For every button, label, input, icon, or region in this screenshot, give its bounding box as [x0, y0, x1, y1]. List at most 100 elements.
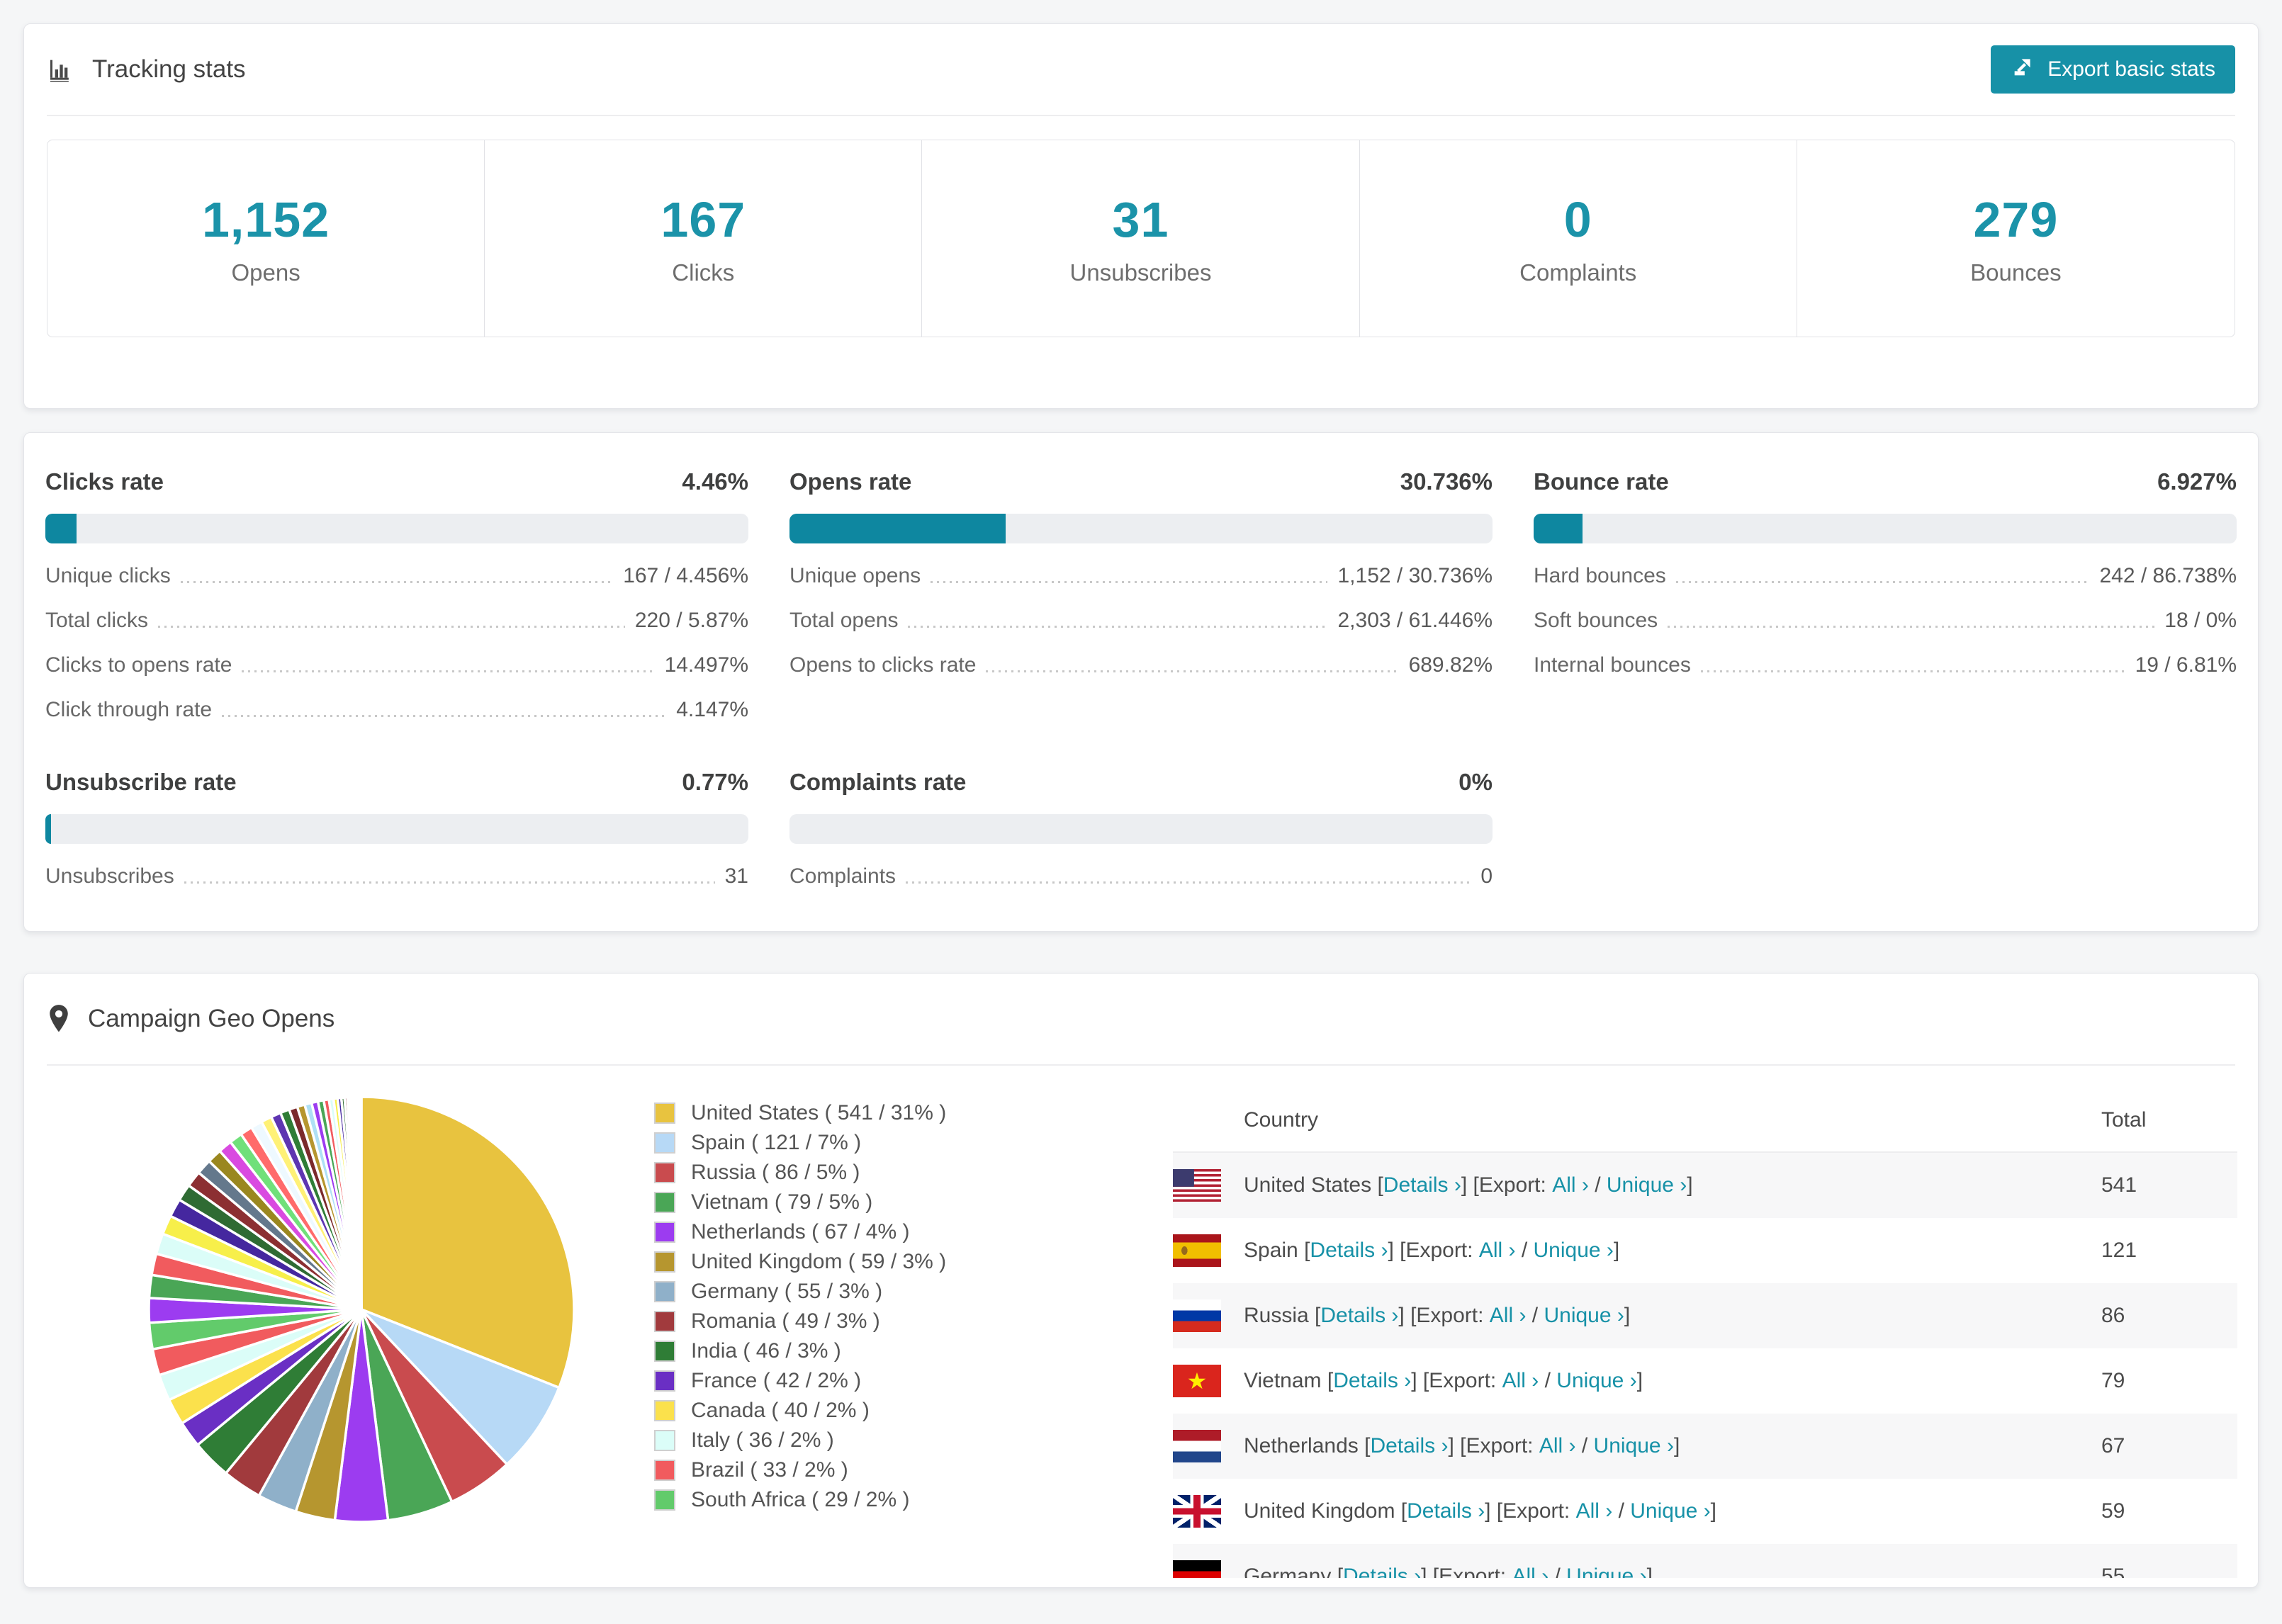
legend-swatch-icon	[654, 1281, 675, 1302]
legend-label: South Africa ( 29 / 2% )	[691, 1488, 910, 1511]
legend-swatch-icon	[654, 1251, 675, 1273]
rate-title: Clicks rate	[45, 468, 164, 495]
geo-pie-legend: United States ( 541 / 31% ) Spain ( 121 /…	[654, 1098, 946, 1515]
total-cell: 86	[2101, 1304, 2125, 1327]
legend-swatch-icon	[654, 1311, 675, 1332]
table-row-vietnam: Vietnam [Details ›] [Export: All › / Uni…	[1173, 1348, 2237, 1414]
export-all-link[interactable]: All ›	[1479, 1239, 1516, 1263]
rate-detail-value: 689.82%	[1408, 653, 1493, 677]
summary-stat-clicks: 167 Clicks	[485, 140, 923, 337]
details-link[interactable]: Details ›	[1407, 1499, 1485, 1523]
total-cell: 67	[2101, 1434, 2125, 1457]
legend-item-canada: Canada ( 40 / 2% )	[654, 1396, 946, 1426]
details-link[interactable]: Details ›	[1343, 1564, 1421, 1578]
rate-value: 4.46%	[682, 468, 748, 495]
rate-section-opens-rate: Opens rate 30.736% Unique opens 1,152 / 30.…	[789, 468, 1493, 722]
export-all-link[interactable]: All ›	[1502, 1369, 1539, 1393]
geo-pie-wrap	[145, 1093, 578, 1530]
dotted-leader	[906, 881, 1471, 884]
progress-bar	[789, 814, 1493, 844]
details-link[interactable]: Details ›	[1370, 1434, 1448, 1458]
legend-swatch-icon	[654, 1341, 675, 1362]
export-unique-link[interactable]: Unique ›	[1594, 1434, 1674, 1458]
export-all-link[interactable]: All ›	[1552, 1173, 1589, 1197]
geo-card-header: Campaign Geo Opens	[47, 974, 2235, 1066]
summary-stat-complaints: 0 Complaints	[1360, 140, 1797, 337]
rate-detail-label: Complaints	[789, 864, 896, 888]
rate-detail-value: 242 / 86.738%	[2099, 564, 2237, 587]
bar-chart-icon	[47, 55, 75, 84]
tracking-stats-card: Tracking stats Export basic stats 1,152 O…	[23, 23, 2259, 409]
details-link[interactable]: Details ›	[1383, 1173, 1461, 1197]
legend-swatch-icon	[654, 1192, 675, 1213]
bracket-text: /	[1515, 1239, 1534, 1262]
summary-stat-opens: 1,152 Opens	[47, 140, 485, 337]
export-unique-link[interactable]: Unique ›	[1630, 1499, 1710, 1523]
rate-detail-row: Total clicks 220 / 5.87%	[45, 609, 748, 633]
rate-detail-label: Total opens	[789, 609, 899, 632]
details-link[interactable]: Details ›	[1310, 1239, 1388, 1263]
legend-item-romania: Romania ( 49 / 3% )	[654, 1307, 946, 1336]
dotted-leader	[242, 670, 655, 672]
rate-title: Complaints rate	[789, 769, 967, 795]
bracket-text: ]	[1613, 1239, 1620, 1262]
country-name: United States	[1244, 1173, 1372, 1197]
country-cell: United States [Details ›] [Export: All ›…	[1173, 1169, 2101, 1202]
rate-detail-row: Unique clicks 167 / 4.456%	[45, 564, 748, 588]
us-flag-icon	[1173, 1169, 1221, 1202]
bracket-text: ]	[1710, 1499, 1716, 1523]
rate-detail-row: Internal bounces 19 / 6.81%	[1534, 653, 2237, 677]
total-cell: 55	[2101, 1564, 2125, 1578]
export-unique-link[interactable]: Unique ›	[1566, 1564, 1646, 1578]
bracket-text: /	[1575, 1434, 1594, 1457]
legend-swatch-icon	[654, 1222, 675, 1243]
country-column-header: Country	[1244, 1108, 1319, 1132]
export-all-link[interactable]: All ›	[1539, 1434, 1576, 1458]
details-link[interactable]: Details ›	[1333, 1369, 1411, 1393]
legend-label: Vietnam ( 79 / 5% )	[691, 1190, 873, 1214]
rate-detail-value: 0	[1480, 864, 1493, 888]
legend-label: United States ( 541 / 31% )	[691, 1101, 947, 1124]
export-icon	[2011, 55, 2035, 84]
bracket-text: [	[1298, 1239, 1310, 1262]
rate-value: 0.77%	[682, 769, 748, 795]
geo-table-body: United States [Details ›] [Export: All ›…	[1173, 1153, 2237, 1578]
progress-bar-fill	[1534, 514, 1583, 543]
legend-item-france: France ( 42 / 2% )	[654, 1366, 946, 1396]
legend-item-germany: Germany ( 55 / 3% )	[654, 1277, 946, 1307]
legend-item-russia: Russia ( 86 / 5% )	[654, 1158, 946, 1188]
rate-detail-label: Unsubscribes	[45, 864, 174, 888]
summary-value: 279	[1973, 191, 2059, 247]
es-flag-icon	[1173, 1234, 1221, 1267]
rate-title: Unsubscribe rate	[45, 769, 237, 795]
export-unique-link[interactable]: Unique ›	[1607, 1173, 1687, 1197]
export-all-link[interactable]: All ›	[1512, 1564, 1548, 1578]
export-unique-link[interactable]: Unique ›	[1544, 1304, 1624, 1328]
rate-detail-label: Total clicks	[45, 609, 149, 632]
export-basic-stats-button[interactable]: Export basic stats	[1991, 45, 2235, 94]
legend-swatch-icon	[654, 1430, 675, 1451]
dotted-leader	[986, 670, 1399, 672]
export-all-link[interactable]: All ›	[1490, 1304, 1527, 1328]
legend-item-italy: Italy ( 36 / 2% )	[654, 1426, 946, 1455]
rate-detail-row: Opens to clicks rate 689.82%	[789, 653, 1493, 677]
country-cell: Netherlands [Details ›] [Export: All › /…	[1173, 1430, 2101, 1462]
summary-label: Clicks	[672, 259, 735, 286]
bracket-text: ]	[1673, 1434, 1680, 1457]
details-link[interactable]: Details ›	[1320, 1304, 1398, 1328]
bracket-text: ]	[1624, 1304, 1631, 1327]
export-unique-link[interactable]: Unique ›	[1556, 1369, 1636, 1393]
legend-item-united-kingdom: United Kingdom ( 59 / 3% )	[654, 1247, 946, 1277]
legend-swatch-icon	[654, 1489, 675, 1511]
country-name: Vietnam	[1244, 1369, 1322, 1392]
dotted-leader	[1700, 670, 2125, 672]
legend-item-netherlands: Netherlands ( 67 / 4% )	[654, 1217, 946, 1247]
geo-table: Country Total United States [Details ›] …	[1173, 1089, 2237, 1578]
export-all-link[interactable]: All ›	[1576, 1499, 1613, 1523]
vn-flag-icon	[1173, 1365, 1221, 1397]
geo-content: United States ( 541 / 31% ) Spain ( 121 /…	[24, 1066, 2258, 1587]
rate-detail-value: 31	[724, 864, 748, 888]
export-unique-link[interactable]: Unique ›	[1534, 1239, 1614, 1263]
summary-stat-unsubscribes: 31 Unsubscribes	[922, 140, 1360, 337]
legend-label: Spain ( 121 / 7% )	[691, 1131, 862, 1154]
